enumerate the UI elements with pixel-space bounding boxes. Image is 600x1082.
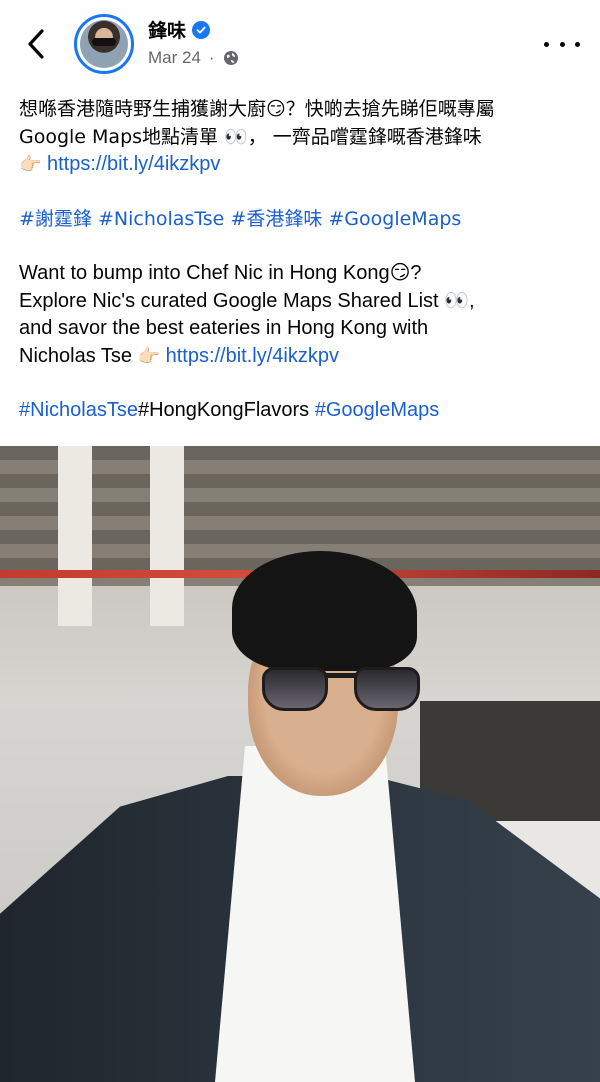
more-dot-icon [575, 41, 580, 47]
page-name[interactable]: 鋒味 [148, 16, 186, 43]
post-text-en-line2: Explore Nic's curated Google Maps Shared… [19, 289, 475, 312]
post-text-zh-line1: 想喺香港隨時野生捕獲謝大廚😏？快啲去搶先睇佢嘅專屬 [19, 98, 495, 120]
hashtag[interactable]: #謝霆鋒 [19, 208, 92, 230]
back-button[interactable] [18, 22, 54, 66]
verified-badge-icon [192, 20, 211, 39]
hashtag[interactable]: #NicholasTse [98, 208, 224, 230]
hashtag-plain: #HongKongFlavors [137, 399, 310, 421]
post-text-zh-line2: Google Maps地點清單 👀， 一齊品嚐霆鋒嘅香港鋒味 [19, 125, 482, 148]
en-line4-prefix: Nicholas Tse [19, 344, 133, 367]
more-dot-icon [544, 41, 549, 47]
sunglasses [262, 661, 422, 713]
post-video[interactable] [0, 446, 600, 1082]
hashtag[interactable]: #GoogleMaps [328, 208, 461, 230]
post-meta: Mar 24 · [148, 48, 239, 68]
avatar[interactable] [74, 14, 134, 74]
post-header: 鋒味 Mar 24 · [0, 0, 600, 88]
avatar-image [80, 20, 128, 68]
post-date[interactable]: Mar 24 [148, 48, 201, 68]
en-hashtags: #NicholasTse#HongKongFlavors #GoogleMaps [19, 397, 585, 425]
en-short-link[interactable]: https://bit.ly/4ikzkpv [166, 345, 339, 367]
meta-separator: · [208, 48, 215, 67]
pointing-hand-icon: 👉🏻 [19, 154, 42, 175]
sunglasses-lens [354, 667, 420, 711]
zh-short-link[interactable]: https://bit.ly/4ikzkpv [47, 153, 220, 175]
sunglasses-bridge [324, 673, 358, 678]
sunglasses-lens [262, 667, 328, 711]
chevron-left-icon [28, 29, 44, 59]
hashtag[interactable]: #NicholasTse [19, 399, 138, 421]
post-text: 想喺香港隨時野生捕獲謝大廚😏？快啲去搶先睇佢嘅專屬 Google Maps地點清… [19, 96, 585, 425]
post-text-en-line3: and savor the best eateries in Hong Kong… [19, 317, 429, 339]
person-hair [232, 551, 417, 671]
hashtag[interactable]: #香港鋒味 [230, 208, 322, 230]
ceiling-beam [150, 446, 184, 626]
ceiling-beam [58, 446, 92, 626]
hashtag[interactable]: #GoogleMaps [315, 399, 440, 421]
post-text-en-line4: Nicholas Tse 👉🏻 https://bit.ly/4ikzkpv [19, 343, 585, 371]
post-text-en-line1: Want to bump into Chef Nic in Hong Kong😏… [19, 262, 422, 284]
zh-hashtags: #謝霆鋒 #NicholasTse #香港鋒味 #GoogleMaps [19, 206, 585, 234]
more-options-button[interactable] [544, 34, 580, 54]
page-name-row: 鋒味 [148, 16, 211, 43]
more-dot-icon [559, 41, 565, 47]
person-shirt [215, 746, 415, 1082]
post-text-zh-link-line: 👉🏻 https://bit.ly/4ikzkpv [19, 151, 585, 179]
globe-icon [223, 51, 238, 65]
pointing-hand-icon: 👉🏻 [137, 345, 161, 367]
